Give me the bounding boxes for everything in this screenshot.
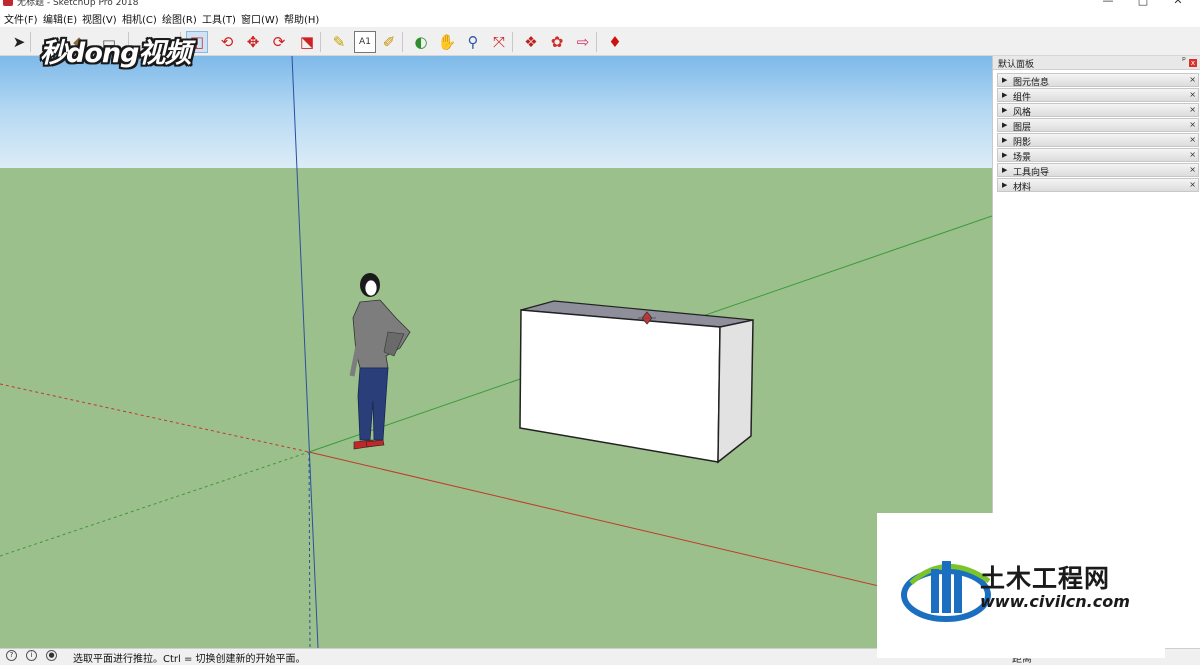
- video-watermark: 秒dong视频: [40, 38, 191, 69]
- user-account-icon[interactable]: ●: [46, 650, 57, 661]
- panel-close-icon[interactable]: x: [1189, 59, 1197, 67]
- building-logo-icon: [901, 561, 991, 622]
- tray-close-icon[interactable]: ×: [1189, 180, 1196, 189]
- tray-label: 场景: [1013, 153, 1032, 163]
- toolbar-separator: [320, 32, 321, 52]
- red-axis-negative: [0, 383, 310, 453]
- logo-site-name: 土木工程网: [980, 564, 1111, 593]
- zoom-extents-icon[interactable]: ⤧: [488, 31, 510, 53]
- menu-window[interactable]: 窗口(W): [241, 11, 279, 26]
- tray-6[interactable]: ▶ 工具向导 ×: [997, 163, 1199, 178]
- menu-draw[interactable]: 绘图(R): [162, 11, 197, 26]
- expand-arrow-icon[interactable]: ▶: [1002, 76, 1007, 84]
- tray-close-icon[interactable]: ×: [1189, 75, 1196, 84]
- follow-me-icon[interactable]: ⟳: [268, 31, 290, 53]
- credits-icon[interactable]: i: [26, 650, 37, 661]
- ruby-icon[interactable]: ♦: [604, 31, 626, 53]
- box-side-face[interactable]: [717, 319, 754, 464]
- menu-file[interactable]: 文件(F): [4, 11, 38, 26]
- menu-bar: 文件(F) 编辑(E) 视图(V) 相机(C) 绘图(R) 工具(T) 窗口(W…: [0, 9, 1200, 27]
- tape-measure-icon[interactable]: ✎: [328, 31, 350, 53]
- panel-header: 默认面板 ᵖ x: [993, 56, 1200, 70]
- dimension-icon[interactable]: ✐: [378, 31, 400, 53]
- sketchup-app-icon: [3, 0, 13, 6]
- tray-close-icon[interactable]: ×: [1189, 120, 1196, 129]
- select-arrow-icon[interactable]: ➤: [8, 31, 30, 53]
- tray-close-icon[interactable]: ×: [1189, 135, 1196, 144]
- logo-site-url: www.civilcn.com: [980, 592, 1130, 611]
- tray-label: 组件: [1013, 93, 1032, 103]
- toolbar-separator: [596, 32, 597, 52]
- send-to-layout-icon[interactable]: ⇨: [572, 31, 594, 53]
- tray-close-icon[interactable]: ×: [1189, 105, 1196, 114]
- 3d-viewport[interactable]: [0, 56, 992, 648]
- tray-5[interactable]: ▶ 场景 ×: [997, 148, 1199, 163]
- menu-camera[interactable]: 相机(C): [122, 11, 157, 26]
- expand-arrow-icon[interactable]: ▶: [1002, 121, 1007, 129]
- text-icon[interactable]: A1: [354, 31, 376, 53]
- menu-help[interactable]: 帮助(H): [284, 11, 319, 26]
- blue-axis-negative: [308, 451, 311, 648]
- tray-label: 材料: [1013, 183, 1032, 193]
- tray-close-icon[interactable]: ×: [1189, 150, 1196, 159]
- site-logo-overlay: 土木工程网 www.civilcn.com: [877, 513, 1165, 658]
- tray-2[interactable]: ▶ 风格 ×: [997, 103, 1199, 118]
- tray-label: 阴影: [1013, 138, 1032, 148]
- tray-label: 风格: [1013, 108, 1032, 118]
- expand-arrow-icon[interactable]: ▶: [1002, 181, 1007, 189]
- status-hint-text: 选取平面进行推拉。Ctrl = 切换创建新的开始平面。: [73, 654, 306, 665]
- expand-arrow-icon[interactable]: ▶: [1002, 136, 1007, 144]
- green-axis-negative: [0, 451, 310, 557]
- blue-axis: [291, 56, 319, 648]
- menu-edit[interactable]: 编辑(E): [43, 11, 77, 26]
- menu-tools[interactable]: 工具(T): [202, 11, 236, 26]
- expand-arrow-icon[interactable]: ▶: [1002, 166, 1007, 174]
- toolbar-separator: [512, 32, 513, 52]
- expand-arrow-icon[interactable]: ▶: [1002, 151, 1007, 159]
- tray-0[interactable]: ▶ 图元信息 ×: [997, 73, 1199, 88]
- close-button[interactable]: ✕: [1168, 0, 1188, 7]
- minimize-button[interactable]: —: [1098, 0, 1118, 7]
- expand-arrow-icon[interactable]: ▶: [1002, 106, 1007, 114]
- title-bar: 无标题 - SketchUp Pro 2018 — □ ✕: [0, 0, 1200, 9]
- box-front-face[interactable]: [519, 309, 721, 463]
- tray-label: 图层: [1013, 123, 1032, 133]
- toolbar-separator: [30, 32, 31, 52]
- geo-location-icon[interactable]: ?: [6, 650, 17, 661]
- panel-title: 默认面板: [998, 60, 1035, 70]
- extension-warehouse-icon[interactable]: ✿: [546, 31, 568, 53]
- model-scene[interactable]: [0, 56, 992, 648]
- tray-1[interactable]: ▶ 组件 ×: [997, 88, 1199, 103]
- menu-view[interactable]: 视图(V): [82, 11, 117, 26]
- move-icon[interactable]: ✥: [242, 31, 264, 53]
- rotate-icon[interactable]: ⟲: [216, 31, 238, 53]
- expand-arrow-icon[interactable]: ▶: [1002, 91, 1007, 99]
- white-box-model[interactable]: [519, 300, 754, 464]
- toolbar-separator: [402, 32, 403, 52]
- tray-4[interactable]: ▶ 阴影 ×: [997, 133, 1199, 148]
- tray-label: 图元信息: [1013, 78, 1050, 88]
- scale-figure-person: [349, 273, 411, 450]
- tray-close-icon[interactable]: ×: [1189, 90, 1196, 99]
- tray-label: 工具向导: [1013, 168, 1050, 178]
- tray-list: ▶ 图元信息 × ▶ 组件 × ▶ 风格 × ▶ 图层 × ▶ 阴影 × ▶ 场景 × ▶ 工具向导 × ▶ 材料 ×: [997, 73, 1199, 193]
- tray-close-icon[interactable]: ×: [1189, 165, 1196, 174]
- window-title: 无标题 - SketchUp Pro 2018: [17, 0, 139, 8]
- red-axis: [308, 451, 901, 592]
- tray-7[interactable]: ▶ 材料 ×: [997, 178, 1199, 193]
- orbit-icon[interactable]: ◐: [410, 31, 432, 53]
- 3d-warehouse-icon[interactable]: ❖: [520, 31, 542, 53]
- tray-3[interactable]: ▶ 图层 ×: [997, 118, 1199, 133]
- zoom-icon[interactable]: ⚲: [462, 31, 484, 53]
- scale-icon[interactable]: ⬔: [296, 31, 318, 53]
- pin-icon[interactable]: ᵖ: [1182, 56, 1186, 66]
- maximize-button[interactable]: □: [1133, 0, 1153, 7]
- pan-icon[interactable]: ✋: [436, 31, 458, 53]
